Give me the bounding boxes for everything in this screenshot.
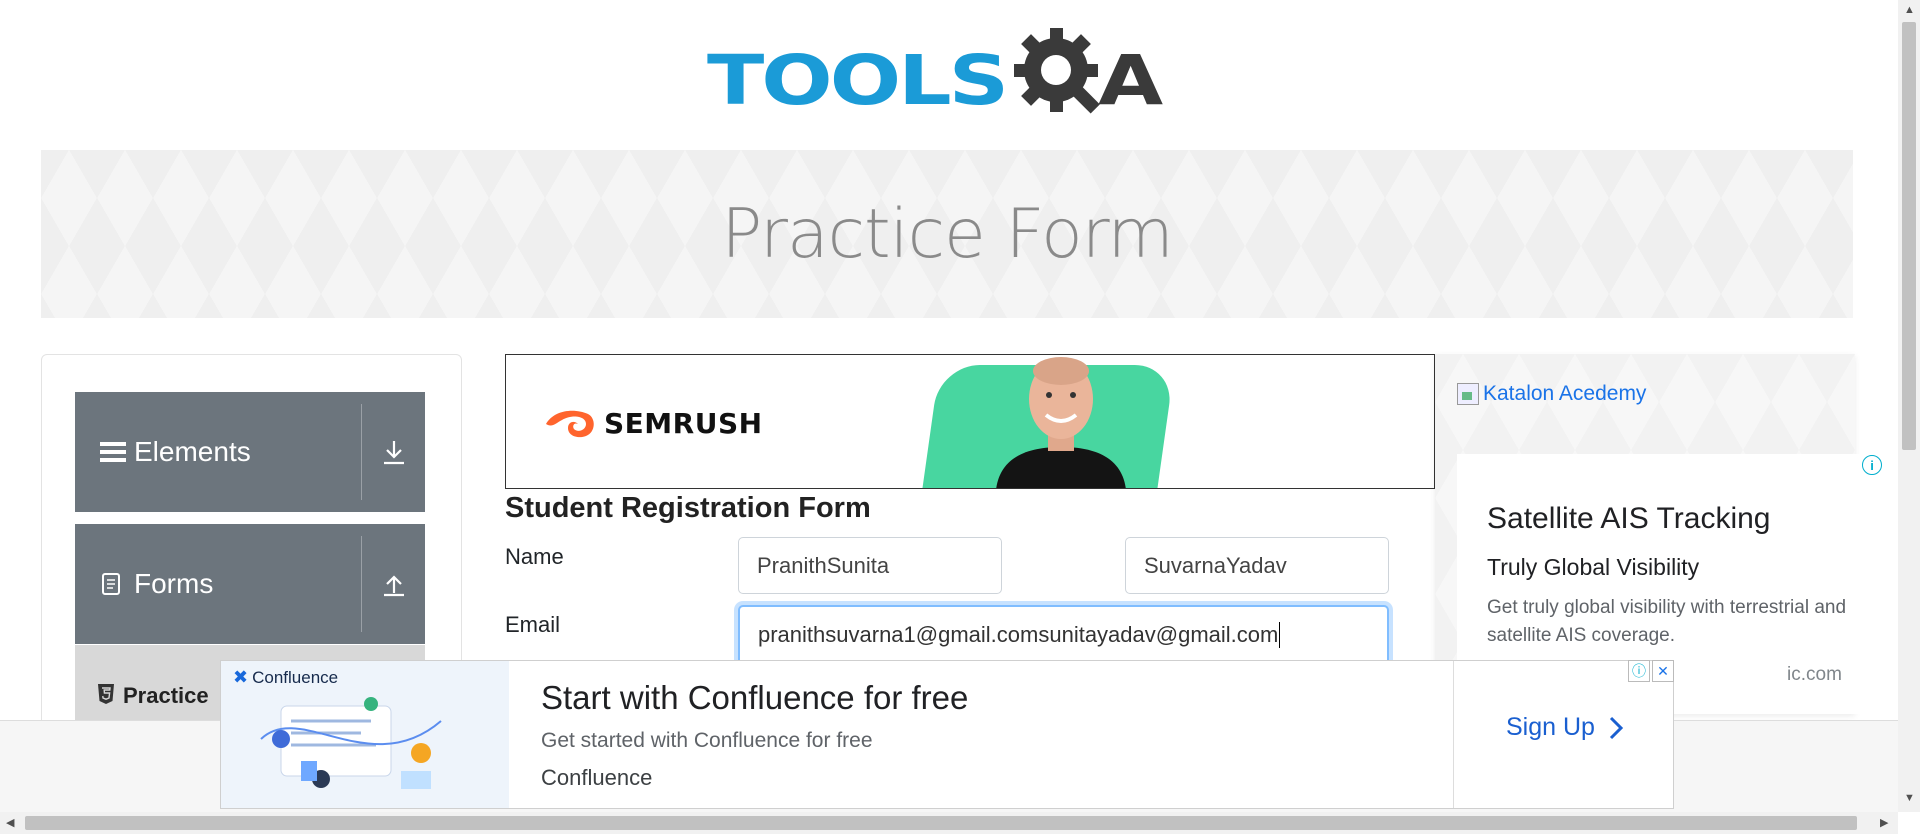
vertical-scrollbar[interactable]: ▲ ▼ <box>1898 0 1920 812</box>
info-icon[interactable]: ⓘ <box>1628 660 1650 682</box>
chevron-right-icon <box>1609 716 1624 739</box>
last-name-input[interactable]: SuvarnaYadav <box>1125 537 1389 594</box>
close-icon[interactable]: ✕ <box>1652 660 1674 682</box>
page-banner: Practice Form <box>41 150 1853 318</box>
ad-person-photo <box>996 357 1126 488</box>
semrush-fire-icon <box>546 410 594 437</box>
horizontal-scroll-thumb[interactable] <box>25 816 1857 830</box>
confluence-sticky-ad[interactable]: ✖ Confluence Start with Confluence for f… <box>220 660 1674 809</box>
semrush-wordmark: SEMRUSH <box>604 407 763 440</box>
horizontal-scrollbar[interactable]: ◀ ▶ <box>0 812 1898 834</box>
sidebar-item-label: Practice <box>123 683 209 708</box>
email-value: pranithsuvarna1@gmail.comsunitayadav@gma… <box>758 622 1279 647</box>
scroll-left-arrow-icon[interactable]: ◀ <box>6 816 14 829</box>
email-input[interactable]: pranithsuvarna1@gmail.comsunitayadav@gma… <box>738 605 1389 665</box>
sign-up-label: Sign Up <box>1506 713 1595 741</box>
scroll-up-arrow-icon[interactable]: ▲ <box>1904 4 1915 16</box>
last-name-value: SuvarnaYadav <box>1144 552 1287 578</box>
katalon-ad-link[interactable]: Katalon Acedemy <box>1457 382 1646 406</box>
divider <box>1453 661 1454 808</box>
name-label: Name <box>505 544 564 569</box>
confluence-ad-illustration: ✖ Confluence <box>221 661 509 808</box>
info-icon[interactable]: i <box>1862 455 1882 475</box>
sticky-ad-headline: Start with Confluence for free <box>541 679 969 716</box>
document-icon <box>100 572 128 596</box>
semrush-logo: SEMRUSH <box>544 407 763 440</box>
sidebar-group-label: Forms <box>134 568 214 599</box>
katalon-alt-text: Katalon Acedemy <box>1483 382 1647 405</box>
ad-headline: Satellite AIS Tracking <box>1487 502 1771 535</box>
toolsqa-logo[interactable]: TOOLS A <box>707 22 1163 137</box>
download-arrow-icon[interactable] <box>362 439 425 465</box>
sidebar-group-forms[interactable]: Forms <box>75 524 425 644</box>
scroll-right-arrow-icon[interactable]: ▶ <box>1880 816 1888 829</box>
sticky-ad-subtext: Get started with Confluence for free <box>541 729 873 752</box>
sticky-ad-advertiser: Confluence <box>541 765 653 790</box>
vertical-scroll-thumb[interactable] <box>1902 22 1916 450</box>
hamburger-icon <box>100 440 128 464</box>
ad-description: Get truly global visibility with terrest… <box>1487 597 1847 646</box>
form-title: Student Registration Form <box>505 492 871 524</box>
collaboration-illustration <box>260 697 442 789</box>
text-caret <box>1279 622 1281 648</box>
first-name-value: PranithSunita <box>757 552 890 578</box>
email-label: Email <box>505 612 561 637</box>
sidebar-group-label: Elements <box>134 436 251 467</box>
first-name-input[interactable]: PranithSunita <box>738 537 1002 594</box>
sidebar-group-elements[interactable]: Elements <box>75 392 425 512</box>
gear-magnifier-icon <box>1012 22 1104 137</box>
semrush-ad-banner[interactable]: SEMRUSH <box>505 354 1435 489</box>
sign-up-button[interactable]: Sign Up <box>1506 713 1627 742</box>
ad-subheadline: Truly Global Visibility <box>1487 554 1700 580</box>
scroll-down-arrow-icon[interactable]: ▼ <box>1904 792 1915 804</box>
logo-text: TOOLS <box>707 39 1009 120</box>
upload-arrow-icon[interactable] <box>362 571 425 597</box>
ad-source: ic.com <box>1787 664 1842 685</box>
broken-image-icon <box>1457 383 1479 405</box>
logo-a: A <box>1098 39 1164 120</box>
html5-icon <box>97 683 115 710</box>
adchoices-controls[interactable]: i <box>1862 455 1882 475</box>
page-title: Practice Form <box>721 194 1174 274</box>
sticky-ad-controls: ⓘ ✕ <box>1628 660 1674 682</box>
